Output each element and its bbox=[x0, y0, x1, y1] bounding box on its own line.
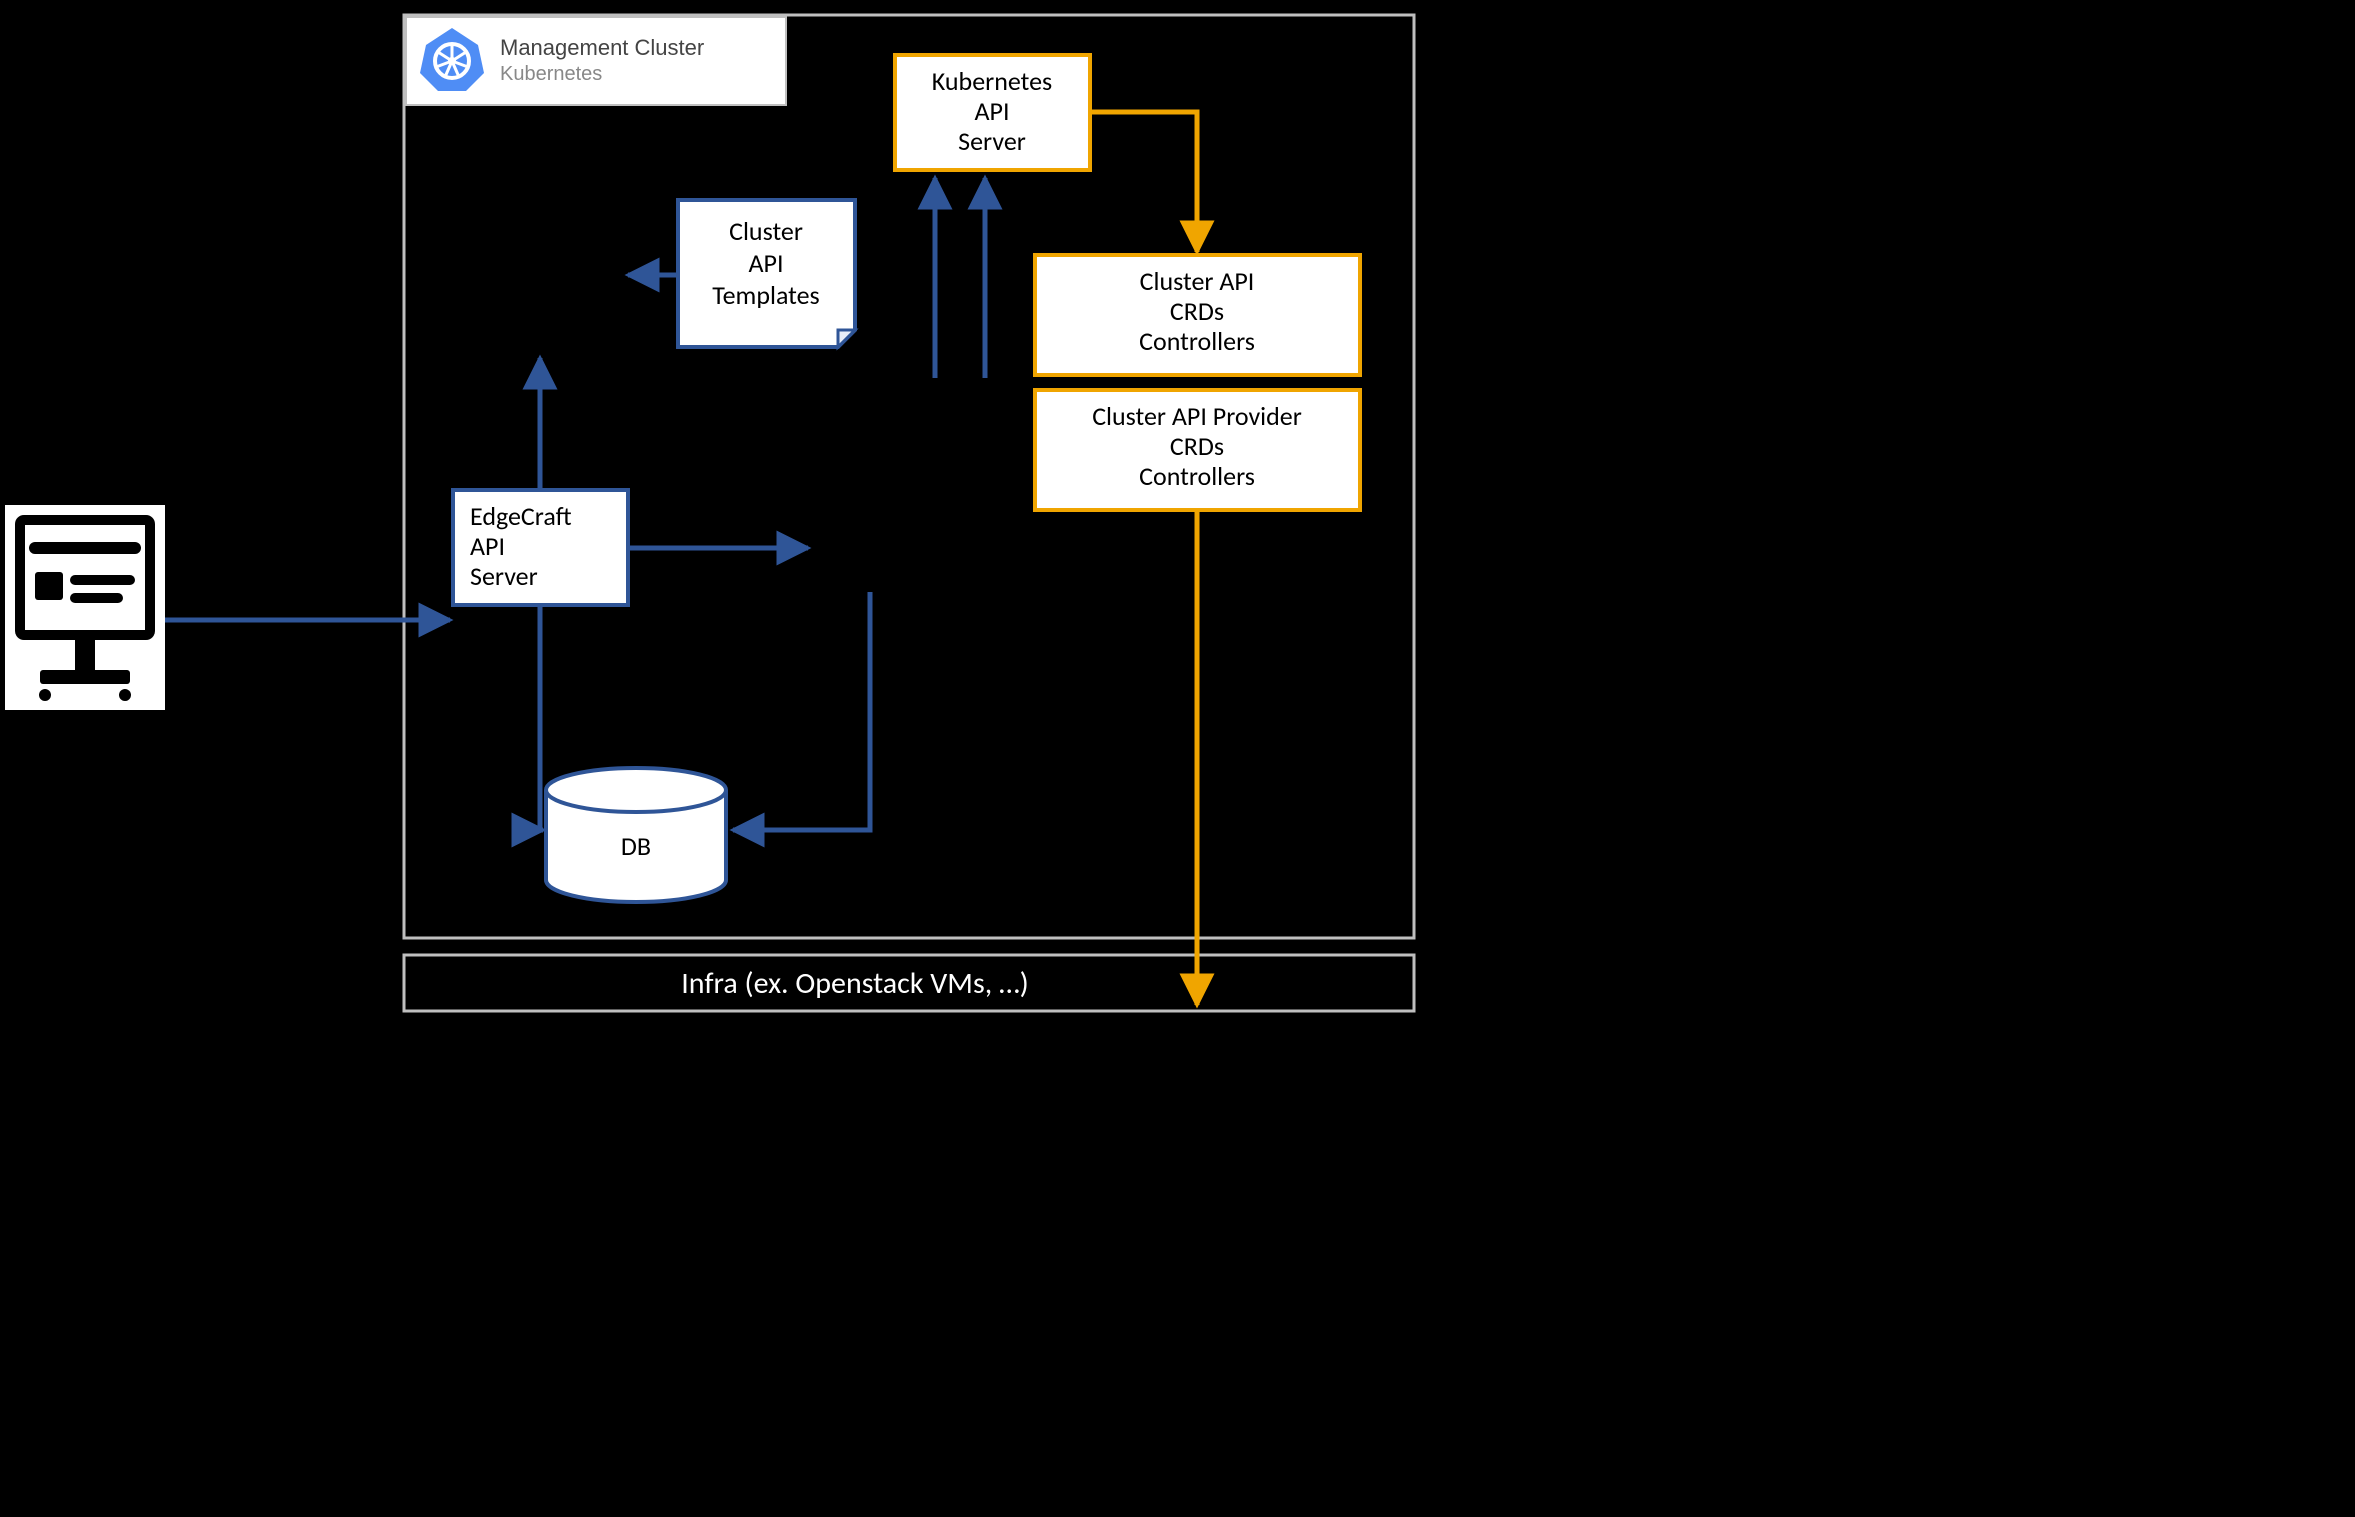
capi-prov-line3: Controllers bbox=[1139, 460, 1255, 492]
arrow-k8s-to-crds bbox=[1090, 112, 1197, 252]
edgecraft-line3: Server bbox=[470, 560, 538, 592]
k8s-api-line1: Kubernetes bbox=[932, 65, 1052, 97]
capi-prov-line1: Cluster API Provider bbox=[1092, 400, 1302, 432]
header-subtitle: Kubernetes bbox=[500, 63, 602, 85]
header-title: Management Cluster bbox=[500, 35, 704, 60]
architecture-diagram: Management Cluster Kubernetes Kubernetes… bbox=[0, 0, 1568, 1020]
client-monitor-icon bbox=[5, 505, 165, 710]
arrow-edgecraft-to-db bbox=[540, 605, 543, 830]
capi-crds-line2: CRDs bbox=[1170, 295, 1224, 327]
capi-crds-line3: Controllers bbox=[1139, 325, 1255, 357]
cluster-api-crds-box: Cluster API CRDs Controllers bbox=[1035, 255, 1360, 375]
capi-crds-line1: Cluster API bbox=[1140, 265, 1255, 297]
k8s-api-server-box: Kubernetes API Server bbox=[895, 55, 1090, 170]
infra-label: Infra (ex. Openstack VMs, …) bbox=[681, 965, 1029, 1002]
db-cylinder: DB bbox=[546, 768, 726, 902]
cluster-api-templates-note: Cluster API Templates bbox=[678, 200, 855, 347]
templates-line1: Cluster bbox=[729, 215, 803, 247]
edgecraft-line1: EdgeCraft bbox=[470, 500, 572, 532]
edgecraft-api-server-box: EdgeCraft API Server bbox=[453, 490, 628, 605]
capi-prov-line2: CRDs bbox=[1170, 430, 1224, 462]
db-label: DB bbox=[621, 830, 651, 862]
templates-line2: API bbox=[748, 247, 783, 279]
management-cluster-header: Management Cluster Kubernetes bbox=[406, 17, 786, 105]
edgecraft-line2: API bbox=[470, 530, 505, 562]
templates-line3: Templates bbox=[712, 279, 819, 311]
k8s-api-line2: API bbox=[974, 95, 1009, 127]
cluster-api-provider-box: Cluster API Provider CRDs Controllers bbox=[1035, 390, 1360, 510]
k8s-api-line3: Server bbox=[958, 125, 1026, 157]
arrow-right-to-db bbox=[733, 592, 870, 830]
